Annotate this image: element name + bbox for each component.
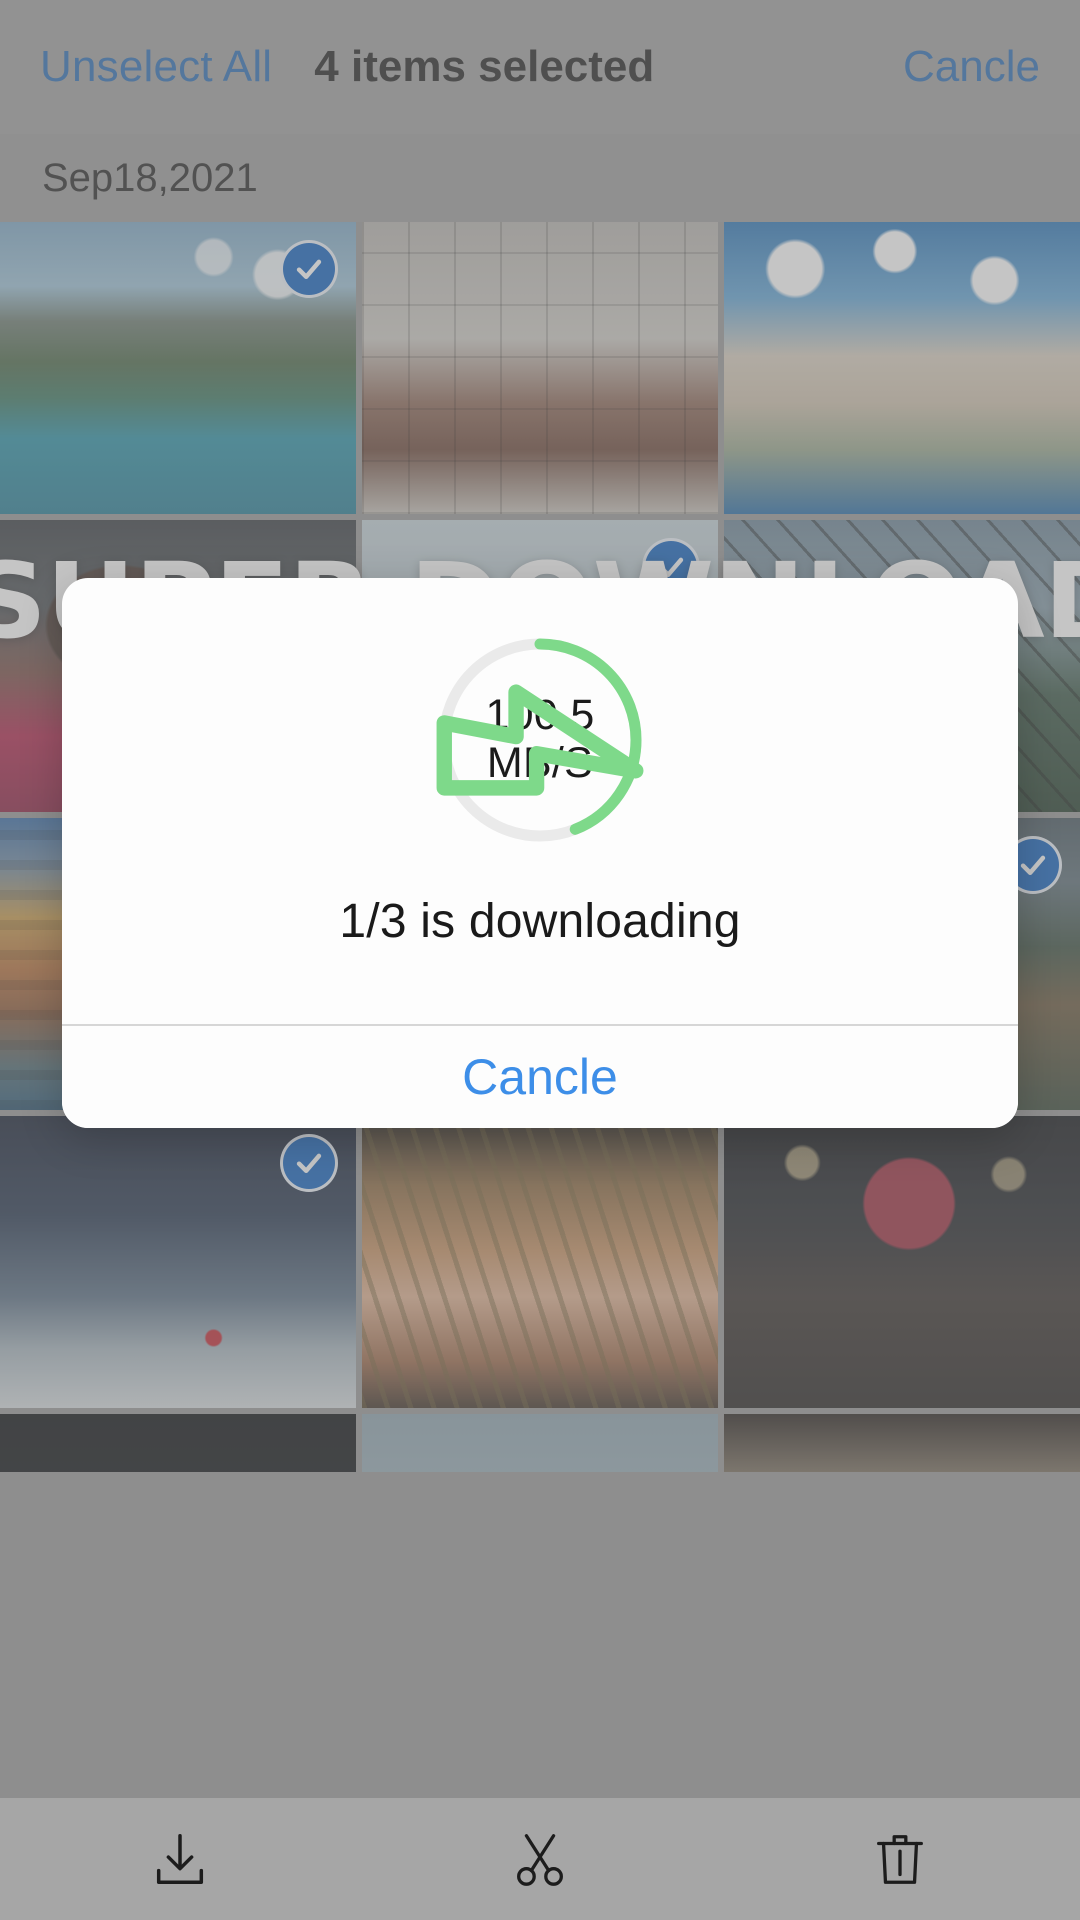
download-icon	[156, 1834, 204, 1884]
trash-icon	[877, 1835, 923, 1884]
photo-image	[0, 1414, 356, 1472]
photo-image	[724, 1414, 1080, 1472]
dialog-cancel-button[interactable]: Cancle	[62, 1026, 1018, 1128]
photo-thumbnail[interactable]	[362, 222, 718, 514]
lightning-bolt-icon	[436, 684, 644, 796]
unselect-all-button[interactable]: Unselect All	[40, 42, 272, 92]
date-label: Sep18,2021	[42, 155, 258, 200]
photo-image	[724, 1116, 1080, 1408]
photo-image	[362, 1414, 718, 1472]
check-icon	[296, 259, 322, 280]
cancel-selection-button[interactable]: Cancle	[903, 42, 1040, 92]
cut-button[interactable]	[360, 1798, 720, 1920]
date-section-header: Sep18,2021	[0, 134, 1080, 222]
check-icon	[1020, 855, 1046, 876]
photo-thumbnail[interactable]	[724, 1116, 1080, 1408]
selection-check-badge[interactable]	[280, 1134, 338, 1192]
selection-toolbar: Unselect All 4 items selected Cancle	[0, 0, 1080, 134]
photo-thumbnail[interactable]	[362, 1414, 718, 1472]
bottom-action-toolbar	[0, 1798, 1080, 1920]
photo-thumbnail[interactable]	[724, 1414, 1080, 1472]
download-status-text: 1/3 is downloading	[339, 895, 741, 948]
photo-thumbnail[interactable]	[724, 222, 1080, 514]
download-button[interactable]	[0, 1798, 360, 1920]
photo-thumbnail[interactable]	[0, 222, 356, 514]
scissors-icon	[517, 1834, 563, 1886]
delete-button[interactable]	[720, 1798, 1080, 1920]
dialog-body: 100.5 MB/S 1/3 is downloading	[62, 578, 1018, 1024]
ring-center-content: 100.5 MB/S	[434, 634, 646, 846]
photo-image	[724, 222, 1080, 514]
photo-gallery-screen: Unselect All 4 items selected Cancle Sep…	[0, 0, 1080, 1920]
photo-thumbnail[interactable]	[0, 1116, 356, 1408]
check-icon	[296, 1153, 322, 1174]
selection-count-label: 4 items selected	[314, 42, 655, 91]
photo-image	[362, 1116, 718, 1408]
photo-image	[362, 222, 718, 514]
download-progress-dialog: 100.5 MB/S 1/3 is downloading Cancle	[62, 578, 1018, 1128]
speed-progress-ring: 100.5 MB/S	[434, 634, 646, 846]
photo-thumbnail[interactable]	[362, 1116, 718, 1408]
selection-check-badge[interactable]	[280, 240, 338, 298]
photo-thumbnail[interactable]	[0, 1414, 356, 1472]
